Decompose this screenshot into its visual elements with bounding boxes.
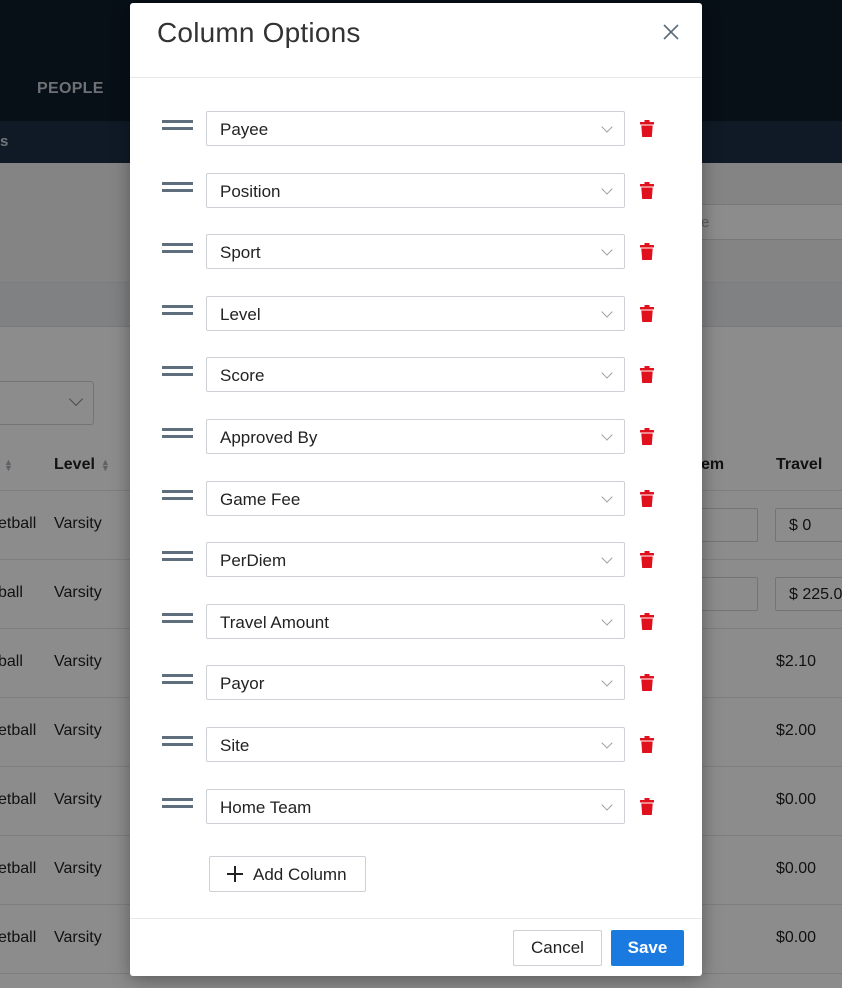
column-select-value: Payee [220,120,269,139]
column-select-value: Score [220,366,265,385]
column-select-value: Travel Amount [220,613,329,632]
modal-header: Column Options [130,3,702,78]
column-select-value: Game Fee [220,490,301,509]
column-select-value: Sport [220,243,261,262]
column-select[interactable]: Game Fee [206,481,625,516]
column-select-value: PerDiem [220,551,287,570]
column-select[interactable]: PerDiem [206,542,625,577]
trash-icon [640,736,654,753]
chevron-down-icon [601,121,613,133]
column-select[interactable]: Site [206,727,625,762]
delete-column-button[interactable] [640,613,654,630]
drag-handle-icon[interactable] [162,674,193,691]
drag-handle-icon[interactable] [162,736,193,753]
column-row: Game Fee [130,481,702,516]
delete-column-button[interactable] [640,736,654,753]
column-select-value: Payor [220,674,265,693]
plus-icon [227,866,243,882]
column-row: Home Team [130,789,702,824]
column-select[interactable]: Approved By [206,419,625,454]
column-row: Site [130,727,702,762]
delete-column-button[interactable] [640,490,654,507]
column-select[interactable]: Level [206,296,625,331]
drag-handle-icon[interactable] [162,551,193,568]
column-row: Payee [130,111,702,146]
column-row: Travel Amount [130,604,702,639]
drag-handle-icon[interactable] [162,798,193,815]
chevron-down-icon [601,675,613,687]
column-select-value: Home Team [220,798,312,817]
trash-icon [640,120,654,137]
chevron-down-icon [601,491,613,503]
drag-handle-icon[interactable] [162,366,193,383]
trash-icon [640,798,654,815]
delete-column-button[interactable] [640,551,654,568]
delete-column-button[interactable] [640,674,654,691]
close-icon [663,24,679,40]
chevron-down-icon [601,737,613,749]
drag-handle-icon[interactable] [162,243,193,260]
modal-footer: Cancel Save [130,918,702,976]
column-select-value: Approved By [220,428,318,447]
delete-column-button[interactable] [640,305,654,322]
trash-icon [640,490,654,507]
column-select-value: Position [220,182,281,201]
column-select[interactable]: Payor [206,665,625,700]
delete-column-button[interactable] [640,798,654,815]
close-button[interactable] [660,21,682,43]
column-select[interactable]: Home Team [206,789,625,824]
column-row: Level [130,296,702,331]
drag-handle-icon[interactable] [162,120,193,137]
column-row: Score [130,357,702,392]
add-column-button[interactable]: Add Column [209,856,366,892]
column-select-value: Site [220,736,250,755]
trash-icon [640,613,654,630]
drag-handle-icon[interactable] [162,613,193,630]
trash-icon [640,551,654,568]
trash-icon [640,428,654,445]
column-select[interactable]: Payee [206,111,625,146]
trash-icon [640,182,654,199]
chevron-down-icon [601,306,613,318]
add-column-label: Add Column [253,865,347,884]
delete-column-button[interactable] [640,120,654,137]
column-row: Payor [130,665,702,700]
column-select[interactable]: Sport [206,234,625,269]
chevron-down-icon [601,244,613,256]
column-row: PerDiem [130,542,702,577]
chevron-down-icon [601,183,613,195]
save-button[interactable]: Save [611,930,684,966]
modal-title: Column Options [157,17,361,48]
column-row: Approved By [130,419,702,454]
delete-column-button[interactable] [640,182,654,199]
drag-handle-icon[interactable] [162,490,193,507]
column-row: Sport [130,234,702,269]
column-select-value: Level [220,305,261,324]
drag-handle-icon[interactable] [162,182,193,199]
column-select[interactable]: Travel Amount [206,604,625,639]
cancel-button[interactable]: Cancel [513,930,602,966]
chevron-down-icon [601,429,613,441]
chevron-down-icon [601,552,613,564]
delete-column-button[interactable] [640,366,654,383]
column-row: Position [130,173,702,208]
column-select[interactable]: Score [206,357,625,392]
column-select[interactable]: Position [206,173,625,208]
trash-icon [640,243,654,260]
column-options-modal: Column Options Payee Position Sport Level Sc… [130,3,702,976]
chevron-down-icon [601,614,613,626]
trash-icon [640,305,654,322]
chevron-down-icon [601,367,613,379]
delete-column-button[interactable] [640,428,654,445]
delete-column-button[interactable] [640,243,654,260]
trash-icon [640,674,654,691]
trash-icon [640,366,654,383]
chevron-down-icon [601,799,613,811]
drag-handle-icon[interactable] [162,305,193,322]
drag-handle-icon[interactable] [162,428,193,445]
